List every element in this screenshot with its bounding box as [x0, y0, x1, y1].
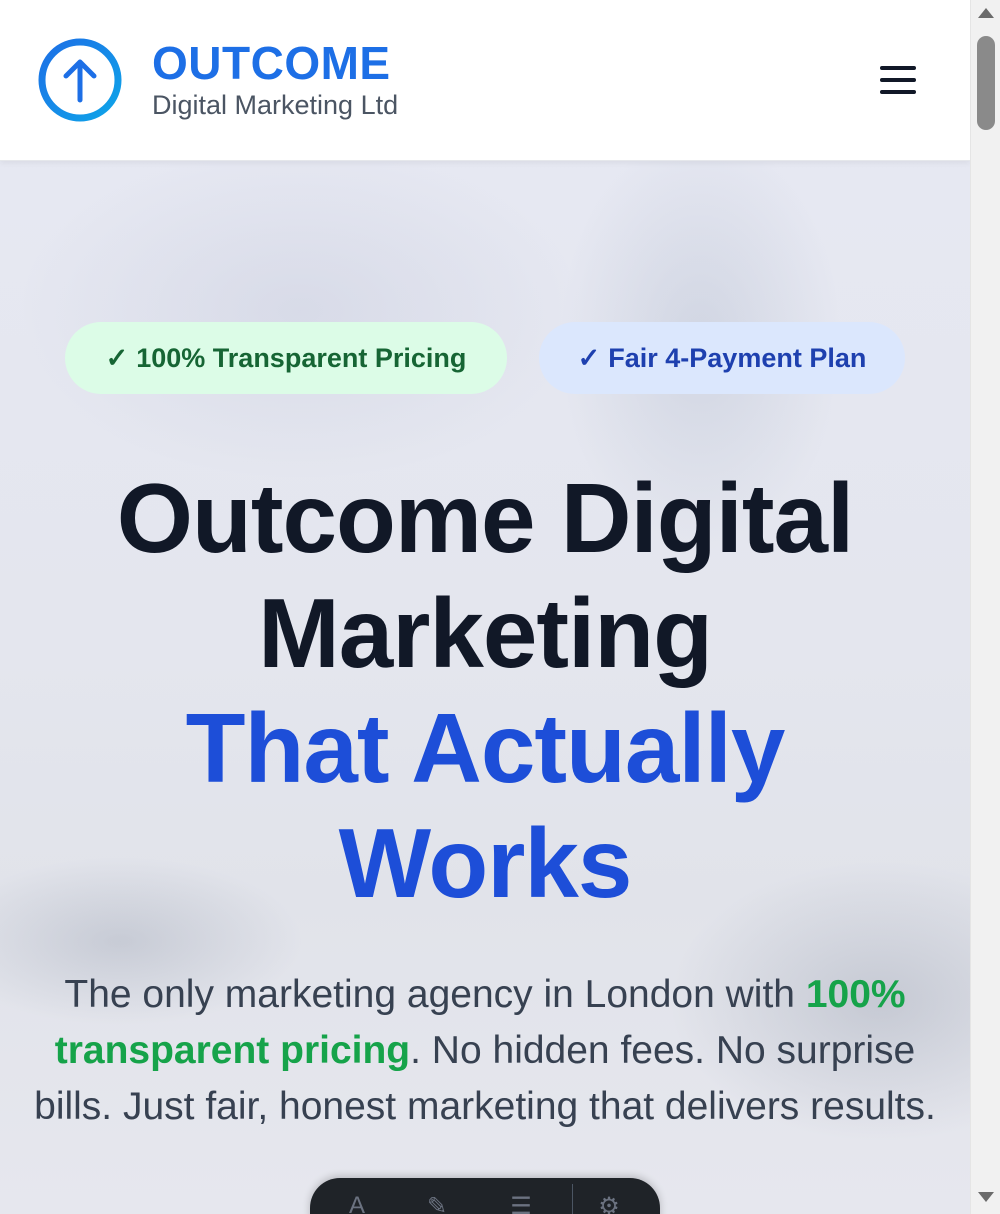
floating-toolbar[interactable]: A ✎ ☰ ⚙ [310, 1178, 660, 1214]
logo-text: OUTCOME Digital Marketing Ltd [152, 38, 398, 122]
menu-bar [880, 90, 916, 94]
site-header: OUTCOME Digital Marketing Ltd [0, 0, 970, 161]
toolbar-divider [572, 1184, 573, 1214]
arrow-up-circle-icon [38, 38, 122, 122]
menu-bar [880, 78, 916, 82]
badge-payment-plan: ✓ Fair 4-Payment Plan [539, 322, 905, 394]
check-icon: ✓ [577, 342, 601, 373]
headline-line-4: Works [338, 808, 633, 918]
brand-name: OUTCOME [152, 37, 391, 89]
check-icon: ✓ [105, 342, 129, 373]
hero-section: ✓ 100% Transparent Pricing ✓ Fair 4-Paym… [0, 161, 970, 1214]
vertical-scrollbar[interactable] [970, 0, 1000, 1214]
badge-label: Fair 4-Payment Plan [608, 342, 867, 373]
badge-label: 100% Transparent Pricing [136, 342, 467, 373]
text-tool-icon[interactable]: A [342, 1192, 372, 1214]
hero-headline: Outcome Digital Marketing That Actually … [0, 461, 970, 921]
subtext-part-1: The only marketing agency in London with [64, 973, 806, 1016]
menu-bar [880, 66, 916, 70]
scroll-down-arrow-icon[interactable] [978, 1192, 994, 1202]
logo-link[interactable]: OUTCOME Digital Marketing Ltd [36, 36, 398, 124]
hero-subtext: The only marketing agency in London with… [30, 967, 940, 1135]
hamburger-menu-icon[interactable] [870, 58, 926, 102]
scroll-thumb[interactable] [977, 36, 995, 130]
headline-line-3: That Actually [185, 693, 786, 803]
page: OUTCOME Digital Marketing Ltd ✓ 100% Tra… [0, 0, 1000, 1214]
headline-line-1: Outcome Digital [116, 463, 854, 573]
list-tool-icon[interactable]: ☰ [506, 1192, 536, 1214]
scroll-up-arrow-icon[interactable] [978, 8, 994, 18]
brand-subtitle: Digital Marketing Ltd [152, 90, 399, 120]
settings-gear-icon[interactable]: ⚙ [594, 1192, 624, 1214]
badge-transparent-pricing: ✓ 100% Transparent Pricing [65, 322, 507, 394]
pen-tool-icon[interactable]: ✎ [422, 1192, 452, 1214]
headline-line-2: Marketing [258, 578, 713, 688]
